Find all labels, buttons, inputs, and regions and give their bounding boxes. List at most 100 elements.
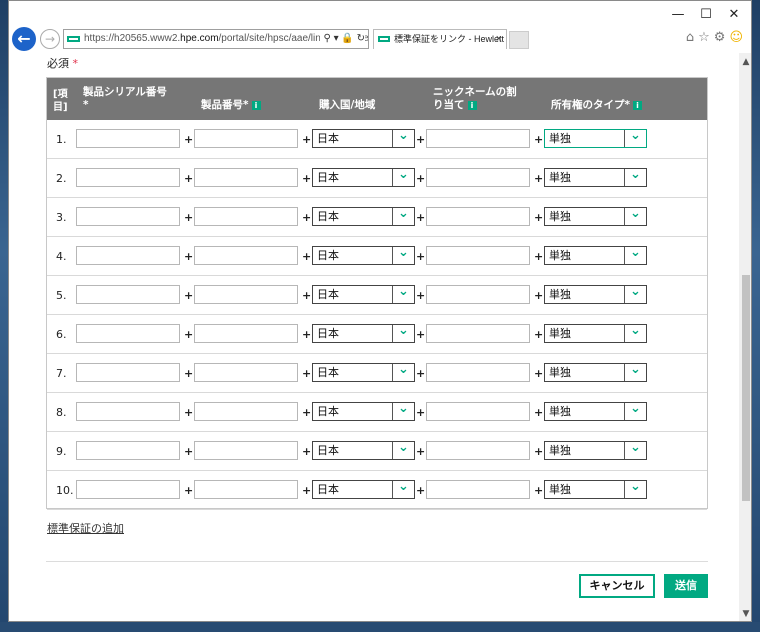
serial-number-input[interactable] xyxy=(76,363,180,382)
chevron-down-icon[interactable]: ⌄ xyxy=(624,285,646,303)
address-bar[interactable]: https://h20565.www2.hpe.com/portal/site/… xyxy=(63,29,369,49)
maximize-button[interactable]: ☐ xyxy=(691,5,721,25)
plus-icon: + xyxy=(416,133,426,146)
nickname-input[interactable] xyxy=(426,363,530,382)
country-select[interactable]: 日本 ⌄ xyxy=(312,207,415,226)
chevron-down-icon[interactable]: ⌄ xyxy=(392,324,414,342)
vertical-scrollbar[interactable]: ▲ ▼ xyxy=(739,53,751,621)
country-select[interactable]: 日本 ⌄ xyxy=(312,168,415,187)
ownership-select[interactable]: 単独 ⌄ xyxy=(544,246,647,265)
serial-number-input[interactable] xyxy=(76,441,180,460)
chevron-down-icon[interactable]: ⌄ xyxy=(392,207,414,225)
product-number-input[interactable] xyxy=(194,441,298,460)
chevron-down-icon[interactable]: ⌄ xyxy=(392,285,414,303)
address-bar-icons[interactable]: ⚲ ▾ 🔒 ↻ xyxy=(320,30,365,48)
chevron-down-icon[interactable]: ⌄ xyxy=(624,168,646,186)
product-number-input[interactable] xyxy=(194,480,298,499)
browser-tab[interactable]: 標準保証をリンク - Hewlett P... × xyxy=(373,29,507,49)
serial-number-input[interactable] xyxy=(76,480,180,499)
chevron-down-icon[interactable]: ⌄ xyxy=(624,402,646,420)
chevron-down-icon[interactable]: ⌄ xyxy=(624,324,646,342)
chevron-down-icon[interactable]: ⌄ xyxy=(392,246,414,264)
info-icon[interactable]: i xyxy=(467,101,477,110)
nickname-input[interactable] xyxy=(426,168,530,187)
header-serial-star: * xyxy=(83,99,89,111)
smiley-icon[interactable]: ☺ xyxy=(729,30,747,45)
serial-number-input[interactable] xyxy=(76,207,180,226)
gear-icon[interactable]: ⚙ xyxy=(714,30,730,45)
product-number-input[interactable] xyxy=(194,207,298,226)
info-icon[interactable]: i xyxy=(251,101,261,110)
nickname-input[interactable] xyxy=(426,246,530,265)
new-tab-button[interactable] xyxy=(509,31,529,49)
forward-button[interactable]: → xyxy=(40,29,60,49)
chevron-down-icon[interactable]: ⌄ xyxy=(624,129,646,147)
product-number-input[interactable] xyxy=(194,168,298,187)
minimize-button[interactable]: — xyxy=(663,5,693,25)
product-number-input[interactable] xyxy=(194,129,298,148)
country-select[interactable]: 日本 ⌄ xyxy=(312,402,415,421)
star-icon[interactable]: ☆ xyxy=(698,30,714,45)
product-number-input[interactable] xyxy=(194,363,298,382)
serial-number-input[interactable] xyxy=(76,402,180,421)
ownership-select[interactable]: 単独 ⌄ xyxy=(544,129,647,148)
nickname-input[interactable] xyxy=(426,285,530,304)
country-select[interactable]: 日本 ⌄ xyxy=(312,363,415,382)
home-icon[interactable]: ⌂ xyxy=(686,30,698,45)
close-window-button[interactable]: ✕ xyxy=(719,5,749,25)
submit-button[interactable]: 送信 xyxy=(664,574,708,598)
ownership-select[interactable]: 単独 ⌄ xyxy=(544,324,647,343)
country-select[interactable]: 日本 ⌄ xyxy=(312,246,415,265)
nickname-input[interactable] xyxy=(426,129,530,148)
country-select[interactable]: 日本 ⌄ xyxy=(312,285,415,304)
nickname-input[interactable] xyxy=(426,402,530,421)
serial-number-input[interactable] xyxy=(76,285,180,304)
serial-number-input[interactable] xyxy=(76,324,180,343)
add-warranty-link[interactable]: 標準保証の追加 xyxy=(47,520,124,536)
chevron-down-icon[interactable]: ⌄ xyxy=(624,246,646,264)
chevron-down-icon[interactable]: ⌄ xyxy=(392,168,414,186)
cancel-button[interactable]: キャンセル xyxy=(579,574,655,598)
product-number-input[interactable] xyxy=(194,285,298,304)
chevron-down-icon[interactable]: ⌄ xyxy=(392,363,414,381)
nickname-input[interactable] xyxy=(426,207,530,226)
country-select[interactable]: 日本 ⌄ xyxy=(312,129,415,148)
ownership-value: 単独 xyxy=(549,288,571,301)
scroll-up-icon[interactable]: ▲ xyxy=(739,55,751,69)
scroll-down-icon[interactable]: ▼ xyxy=(739,607,751,621)
chevron-down-icon[interactable]: ⌄ xyxy=(392,129,414,147)
back-button[interactable]: ← xyxy=(12,27,36,51)
chevron-down-icon[interactable]: ⌄ xyxy=(624,363,646,381)
ownership-select[interactable]: 単独 ⌄ xyxy=(544,207,647,226)
ownership-select[interactable]: 単独 ⌄ xyxy=(544,480,647,499)
tab-close-icon[interactable]: × xyxy=(496,30,502,49)
product-number-input[interactable] xyxy=(194,246,298,265)
chevron-down-icon[interactable]: ⌄ xyxy=(392,480,414,498)
product-number-input[interactable] xyxy=(194,402,298,421)
country-select[interactable]: 日本 ⌄ xyxy=(312,480,415,499)
ownership-select[interactable]: 単独 ⌄ xyxy=(544,168,647,187)
chevron-down-icon[interactable]: ⌄ xyxy=(624,480,646,498)
ownership-select[interactable]: 単独 ⌄ xyxy=(544,402,647,421)
info-icon[interactable]: i xyxy=(633,101,642,110)
serial-number-input[interactable] xyxy=(76,129,180,148)
country-value: 日本 xyxy=(317,132,339,145)
country-value: 日本 xyxy=(317,405,339,418)
product-number-input[interactable] xyxy=(194,324,298,343)
country-select[interactable]: 日本 ⌄ xyxy=(312,441,415,460)
nickname-input[interactable] xyxy=(426,480,530,499)
chevron-down-icon[interactable]: ⌄ xyxy=(392,402,414,420)
chevron-down-icon[interactable]: ⌄ xyxy=(624,441,646,459)
chevron-down-icon[interactable]: ⌄ xyxy=(624,207,646,225)
ownership-select[interactable]: 単独 ⌄ xyxy=(544,441,647,460)
ownership-select[interactable]: 単独 ⌄ xyxy=(544,363,647,382)
nickname-input[interactable] xyxy=(426,441,530,460)
ownership-select[interactable]: 単独 ⌄ xyxy=(544,285,647,304)
serial-number-input[interactable] xyxy=(76,168,180,187)
scrollbar-thumb[interactable] xyxy=(742,275,750,501)
nickname-input[interactable] xyxy=(426,324,530,343)
serial-number-input[interactable] xyxy=(76,246,180,265)
chevron-down-icon[interactable]: ⌄ xyxy=(392,441,414,459)
country-value: 日本 xyxy=(317,444,339,457)
country-select[interactable]: 日本 ⌄ xyxy=(312,324,415,343)
